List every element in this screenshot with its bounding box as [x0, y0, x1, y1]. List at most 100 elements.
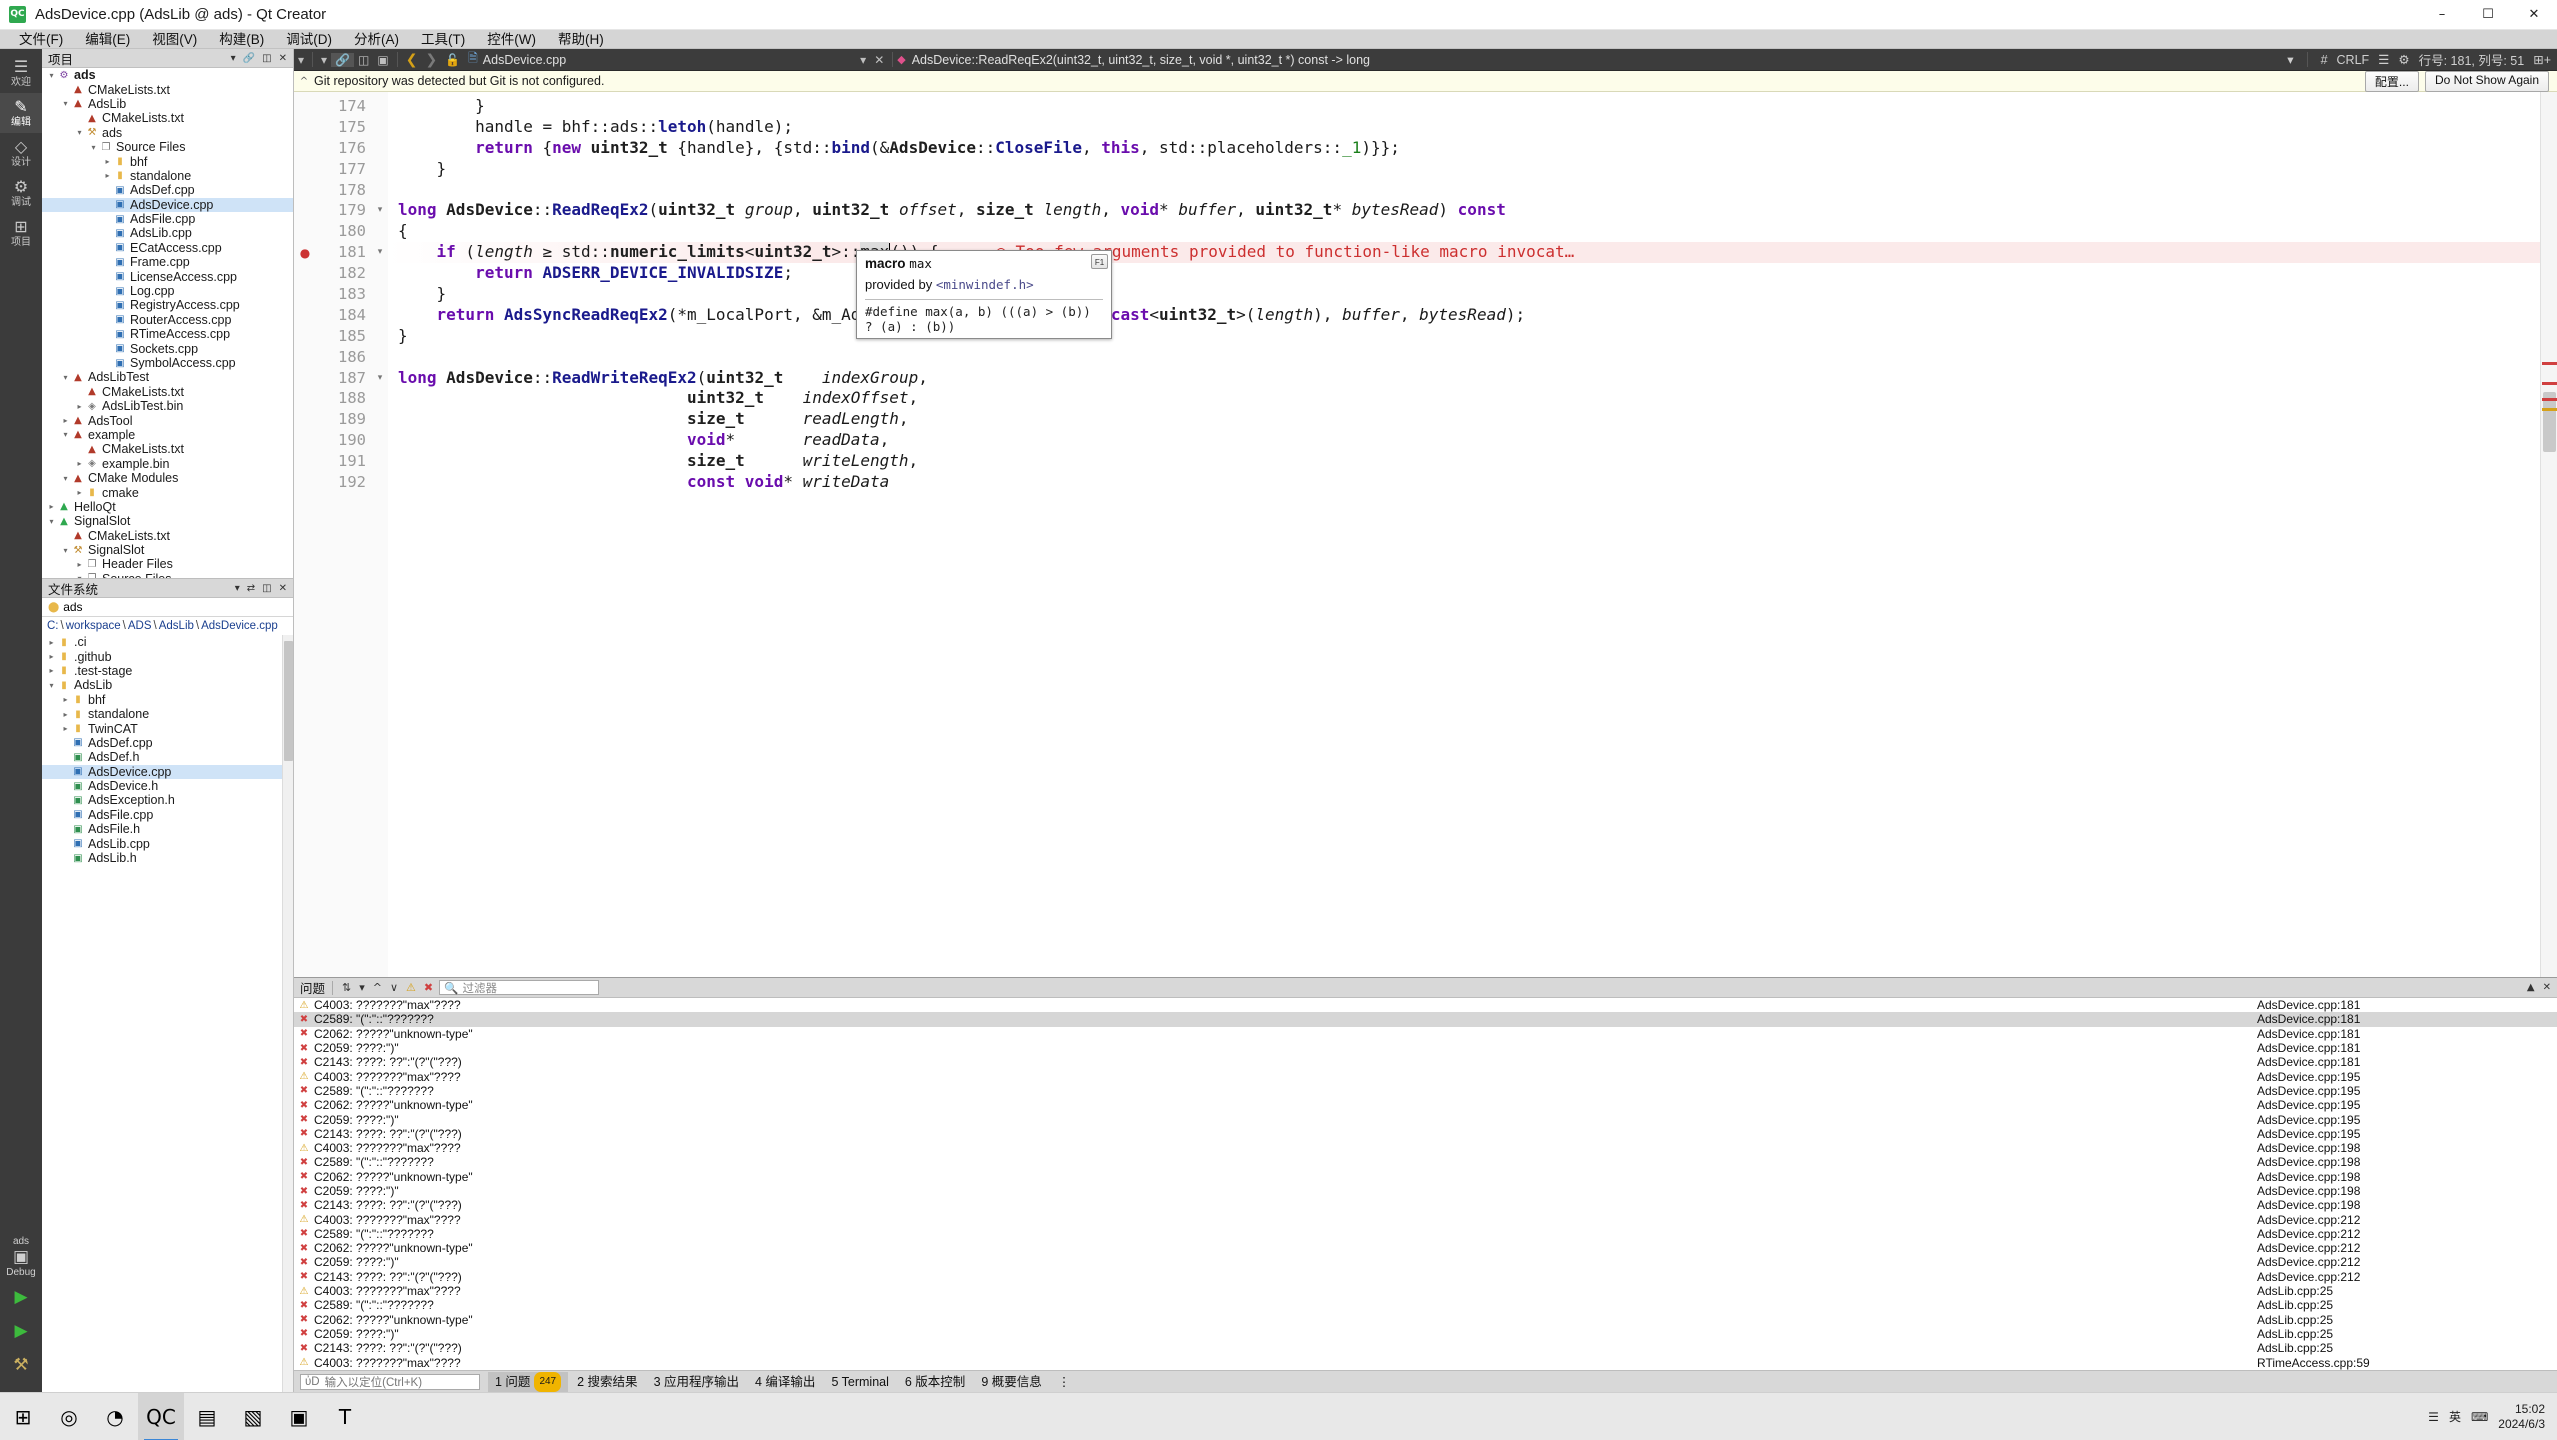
gutter-marker[interactable] — [294, 305, 316, 326]
issues-list[interactable]: ⚠ C4003: ???????"max"???? AdsDevice.cpp:18… — [294, 998, 2557, 1370]
add-split-icon[interactable]: ⊞+ — [2533, 52, 2551, 67]
tree-item[interactable]: ·▣ SymbolAccess.cpp — [42, 356, 293, 370]
fold-marker[interactable]: ▾ — [372, 200, 388, 221]
gutter-marker[interactable] — [294, 388, 316, 409]
chevron-right-icon[interactable]: ▸ — [74, 560, 85, 569]
menu-file[interactable]: 文件(F) — [8, 30, 74, 49]
code-line[interactable]: uint32_t indexOffset, — [388, 388, 2540, 409]
gutter-marker[interactable] — [294, 451, 316, 472]
fold-gutter[interactable]: ▾ ▾ ▾ — [372, 92, 388, 977]
start-button[interactable]: ⊞ — [0, 1393, 46, 1440]
mode-design-icon[interactable]: ◇ 设计 — [0, 133, 42, 173]
breadcrumb-segment[interactable]: ADS — [128, 620, 152, 632]
tree-item[interactable]: ▾ ⚙ ads — [42, 68, 293, 82]
chevron-right-icon[interactable]: ▸ — [74, 488, 85, 497]
tree-item[interactable]: ·▣ AdsDevice.cpp — [42, 197, 293, 212]
tree-item[interactable]: ▸ ▮ .ci — [42, 635, 293, 649]
code-line[interactable]: handle = bhf::ads::letoh(handle); — [388, 117, 2540, 138]
symbol-crumb[interactable]: ◆ AdsDevice::ReadReqEx2(uint32_t, uint32… — [897, 53, 1370, 67]
tree-item[interactable]: ·▲ CMakeLists.txt — [42, 442, 293, 456]
cursor-position-label[interactable]: 行号: 181, 列号: 51 — [2419, 50, 2525, 69]
breadcrumb-segment[interactable]: AdsLib — [159, 620, 194, 632]
edge-browser-icon[interactable]: ◔ — [92, 1393, 138, 1440]
gutter-marker[interactable] — [294, 263, 316, 284]
table-row[interactable]: ✖ C2062: ?????"unknown-type" AdsLib.cpp:25 — [294, 1312, 2557, 1327]
text-encoding-icon[interactable]: ☰ — [2378, 52, 2389, 67]
code-line[interactable]: void* readData, — [388, 430, 2540, 451]
table-row[interactable]: ✖ C2062: ?????"unknown-type" AdsDevice.cpp… — [294, 1026, 2557, 1041]
gutter-marker[interactable] — [294, 96, 316, 117]
code-text-area[interactable]: } handle = bhf::ads::letoh(handle); retu… — [388, 92, 2540, 977]
file-dropdown-icon[interactable]: ▾ — [856, 53, 870, 67]
line-ending-hash-icon[interactable]: # — [2321, 53, 2328, 67]
filter-icon[interactable]: ▾ — [317, 53, 331, 67]
locator-input[interactable]: ὐD 输入以定位(Ctrl+K) — [300, 1373, 480, 1390]
gutter-marker[interactable] — [294, 138, 316, 159]
tree-item[interactable]: ▾ ▲ SignalSlot — [42, 514, 293, 528]
tree-item[interactable]: ▸ ▮ TwinCAT — [42, 721, 293, 736]
tree-item[interactable]: ▾ ▲ AdsLibTest — [42, 370, 293, 384]
file-close-icon[interactable]: ✕ — [870, 53, 888, 67]
build-button[interactable]: ⚒ — [13, 1355, 28, 1375]
maximize-pane-icon[interactable]: ▲ — [2527, 982, 2535, 993]
tree-item[interactable]: ·▣ RTimeAccess.cpp — [42, 327, 293, 341]
filesystem-scroll-thumb[interactable] — [284, 641, 293, 761]
chevron-down-icon[interactable]: ▾ — [46, 681, 57, 690]
output-tab-1[interactable]: 1 问题 247 — [488, 1371, 569, 1392]
navigate-forward-icon[interactable]: ❯ — [421, 52, 441, 68]
table-row[interactable]: ✖ C2059: ????:")" AdsDevice.cpp:198 — [294, 1184, 2557, 1198]
tree-item[interactable]: ·▣ AdsFile.h — [42, 822, 293, 836]
menu-help[interactable]: 帮助(H) — [547, 30, 615, 49]
filter-icon[interactable]: ▾ — [231, 53, 236, 64]
tree-item[interactable]: ▸ ◈ AdsLibTest.bin — [42, 399, 293, 413]
tree-item[interactable]: ▸ ▮ bhf — [42, 693, 293, 707]
chevron-right-icon[interactable]: ▸ — [74, 402, 85, 411]
gutter-marker[interactable] — [294, 347, 316, 368]
tree-item[interactable]: ·▲ CMakeLists.txt — [42, 529, 293, 543]
code-line[interactable]: size_t writeLength, — [388, 451, 2540, 472]
warning-filter-icon[interactable]: ⚠ — [404, 981, 418, 994]
maximize-button[interactable]: ☐ — [2465, 0, 2511, 30]
help-key-badge[interactable]: F1 — [1091, 254, 1108, 269]
gutter-marker[interactable] — [294, 200, 316, 221]
tree-item[interactable]: ·▲ CMakeLists.txt — [42, 111, 293, 125]
line-ending-label[interactable]: CRLF — [2337, 53, 2370, 67]
tree-item[interactable]: ·▣ LicenseAccess.cpp — [42, 269, 293, 284]
tree-item[interactable]: ▸ ▮ .test-stage — [42, 664, 293, 678]
code-line[interactable]: long AdsDevice::ReadReqEx2(uint32_t grou… — [388, 200, 2540, 221]
chevron-down-icon[interactable]: ▾ — [60, 430, 71, 439]
table-row[interactable]: ✖ C2059: ????:")" AdsLib.cpp:25 — [294, 1327, 2557, 1341]
table-row[interactable]: ✖ C2143: ????: ??":"(?"("???) AdsDevice.cp… — [294, 1127, 2557, 1141]
split-icon[interactable]: ◫ — [262, 53, 271, 64]
text-editor-icon[interactable]: T — [322, 1393, 368, 1440]
chevron-right-icon[interactable]: ▸ — [60, 416, 71, 425]
code-line[interactable]: return AdsSyncReadReqEx2(*m_LocalPort, &… — [388, 305, 2540, 326]
code-line[interactable] — [388, 347, 2540, 368]
chevron-right-icon[interactable]: ▸ — [46, 502, 57, 511]
split-arrow-icon[interactable]: ▾ — [294, 53, 308, 67]
filesystem-root-combo[interactable]: ⬤ ads — [42, 598, 293, 617]
qt-creator-taskbar-icon[interactable]: QC — [138, 1392, 184, 1440]
configure-button[interactable]: 配置... — [2364, 70, 2419, 92]
tree-item[interactable]: ·▣ AdsFile.cpp — [42, 808, 293, 822]
table-row[interactable]: ✖ C2062: ?????"unknown-type" AdsDevice.cpp… — [294, 1098, 2557, 1112]
filter-icon[interactable]: ▾ — [357, 981, 367, 994]
menu-edit[interactable]: 编辑(E) — [74, 30, 141, 49]
tree-item[interactable]: ▸ ▮ cmake — [42, 485, 293, 500]
run-button[interactable]: ▶ — [14, 1287, 27, 1307]
network-icon[interactable]: ☰ — [2428, 1410, 2439, 1424]
gutter-marker[interactable] — [294, 472, 316, 493]
chevron-down-icon[interactable]: ▾ — [60, 474, 71, 483]
output-tab-2[interactable]: 2 搜索结果 — [570, 1372, 644, 1392]
mode-welcome-icon[interactable]: ☰ 欢迎 — [0, 53, 42, 93]
chevron-right-icon[interactable]: ▸ — [60, 710, 71, 719]
chevron-down-icon[interactable]: ▾ — [46, 517, 57, 526]
menu-tools[interactable]: 工具(T) — [410, 30, 476, 49]
chevron-down-icon[interactable]: ▾ — [60, 546, 71, 555]
chevron-down-icon[interactable]: ▾ — [88, 143, 99, 152]
ime-indicator[interactable]: 英 — [2449, 1408, 2461, 1425]
code-line[interactable]: } — [388, 96, 2540, 117]
table-row[interactable]: ✖ C2143: ????: ??":"(?"("???) AdsDevice.cp… — [294, 1055, 2557, 1070]
table-row[interactable]: ✖ C2143: ????: ??":"(?"("???) AdsDevice.cp… — [294, 1270, 2557, 1284]
tree-item[interactable]: ·▲ CMakeLists.txt — [42, 385, 293, 399]
